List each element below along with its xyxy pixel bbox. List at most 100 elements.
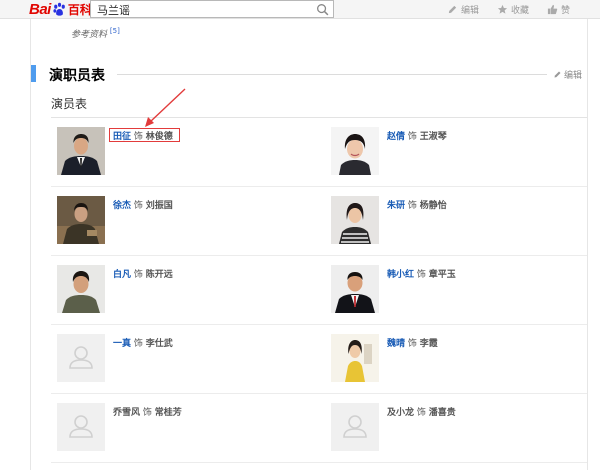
content-border-left [30, 19, 31, 470]
actor-name-link[interactable]: 赵倩 [387, 132, 405, 142]
portrait-image [331, 127, 379, 175]
baidu-baike-logo[interactable]: Bai 百科 [29, 0, 92, 18]
cast-entry: 徐杰 饰 刘振国 [113, 198, 173, 211]
cast-item: 白凡 饰 陈开远 [51, 256, 319, 325]
as-text: 饰 [133, 270, 143, 280]
actor-name-link[interactable]: 魏晴 [387, 339, 405, 349]
search-query: 马兰谣 [97, 4, 130, 17]
actor-name: 及小龙 [387, 408, 415, 418]
cast-row: 白凡 饰 陈开远 韩小红 饰 章平玉 [51, 256, 587, 325]
actor-name-link[interactable]: 一真 [113, 339, 131, 349]
cast-item: 朱研 饰 杨静怡 [325, 187, 593, 256]
section-accent-bar [31, 65, 36, 82]
portrait-image [57, 127, 105, 175]
role-name: 常桂芳 [154, 408, 182, 418]
cast-entry: 一真 饰 李仕武 [113, 336, 173, 349]
reference-note: 参考资料 [5] [71, 27, 120, 40]
actor-photo[interactable] [331, 196, 379, 244]
section-edit-label: 编辑 [564, 71, 583, 81]
cast-entry: 魏晴 饰 李霞 [387, 336, 438, 349]
favorite-label: 收藏 [511, 5, 530, 16]
role-name: 潘喜贵 [428, 408, 456, 418]
actor-name-link[interactable]: 徐杰 [113, 201, 131, 211]
actor-photo-placeholder[interactable] [57, 403, 105, 451]
cast-item: 及小龙 饰 潘喜贵 [325, 394, 593, 463]
cast-entry: 赵倩 饰 王淑琴 [387, 129, 447, 142]
edit-label: 编辑 [461, 5, 480, 16]
portrait-image [57, 265, 105, 313]
actor-photo[interactable] [57, 127, 105, 175]
actor-photo[interactable] [331, 127, 379, 175]
search-icon[interactable] [316, 3, 329, 16]
actor-photo-placeholder[interactable] [331, 403, 379, 451]
role-name: 章平玉 [428, 270, 456, 280]
as-text: 饰 [133, 339, 143, 349]
like-button[interactable]: 赞 [547, 2, 570, 16]
cast-entry: 朱研 饰 杨静怡 [387, 198, 447, 211]
paw-icon [53, 2, 65, 16]
person-placeholder-icon [57, 403, 105, 451]
as-text: 饰 [416, 408, 426, 418]
cast-item: 田征 饰 林俊德 [51, 118, 319, 187]
person-placeholder-icon [57, 334, 105, 382]
role-name: 李仕武 [145, 339, 173, 349]
annotation-highlight-box [109, 128, 180, 142]
section-edit-button[interactable]: 编辑 [553, 68, 582, 81]
role-name: 陈开远 [145, 270, 173, 280]
pencil-icon [448, 5, 457, 13]
cast-list-title: 演员表 [51, 97, 88, 111]
actor-photo-placeholder[interactable] [57, 334, 105, 382]
actor-name-link[interactable]: 白凡 [113, 270, 131, 280]
cast-entry: 白凡 饰 陈开远 [113, 267, 173, 280]
cast-item: 一真 饰 李仕武 [51, 325, 319, 394]
actor-name-link[interactable]: 韩小红 [387, 270, 414, 280]
role-name: 李霞 [419, 339, 438, 349]
top-bar: Bai 百科 马兰谣 编辑 收藏 赞 [0, 0, 600, 19]
cast-entry: 及小龙 饰 潘喜贵 [387, 405, 456, 418]
pencil-icon [554, 71, 561, 78]
as-text: 饰 [407, 339, 417, 349]
portrait-image [57, 196, 105, 244]
cast-row: 乔雪风 饰 常桂芳 及小龙 饰 潘喜贵 [51, 394, 587, 463]
logo-text-bai: Bai [29, 0, 51, 18]
cast-item: 赵倩 饰 王淑琴 [325, 118, 593, 187]
person-placeholder-icon [331, 403, 379, 451]
as-text: 饰 [416, 270, 426, 280]
portrait-image [331, 265, 379, 313]
actor-name-link[interactable]: 朱研 [387, 201, 405, 211]
cast-item: 乔雪风 饰 常桂芳 [51, 394, 319, 463]
cast-row: 一真 饰 李仕武 魏晴 饰 李霞 [51, 325, 587, 394]
as-text: 饰 [142, 408, 152, 418]
actor-photo[interactable] [57, 265, 105, 313]
as-text: 饰 [133, 201, 143, 211]
role-name: 刘振国 [145, 201, 173, 211]
actor-photo[interactable] [57, 196, 105, 244]
logo-text-baike: 百科 [67, 2, 92, 17]
section-title: 演职员表 [49, 68, 105, 84]
search-input[interactable]: 马兰谣 [90, 0, 334, 18]
cast-item: 魏晴 饰 李霞 [325, 325, 593, 394]
cast-entry: 乔雪风 饰 常桂芳 [113, 405, 182, 418]
actor-photo[interactable] [331, 334, 379, 382]
reference-link[interactable]: [5] [110, 27, 120, 35]
as-text: 饰 [407, 132, 417, 142]
thumbs-up-icon [547, 4, 558, 14]
role-name: 王淑琴 [419, 132, 447, 142]
portrait-image [331, 334, 379, 382]
actor-name: 乔雪风 [113, 408, 141, 418]
section-divider [117, 74, 547, 75]
cast-item: 韩小红 饰 章平玉 [325, 256, 593, 325]
cast-item: 徐杰 饰 刘振国 [51, 187, 319, 256]
cast-row: 徐杰 饰 刘振国 朱研 饰 杨静怡 [51, 187, 587, 256]
cast-entry: 韩小红 饰 章平玉 [387, 267, 456, 280]
as-text: 饰 [407, 201, 417, 211]
portrait-image [331, 196, 379, 244]
favorite-button[interactable]: 收藏 [497, 2, 529, 16]
star-icon [497, 4, 508, 14]
reference-label: 参考资料 [71, 30, 108, 40]
cast-table: 田征 饰 林俊德 赵倩 饰 王淑琴 徐杰 饰 刘振国 朱研 饰 杨静怡 白凡 饰… [51, 118, 587, 463]
actor-photo[interactable] [331, 265, 379, 313]
like-label: 赞 [561, 5, 571, 16]
role-name: 杨静怡 [419, 201, 447, 211]
edit-button[interactable]: 编辑 [447, 2, 479, 16]
